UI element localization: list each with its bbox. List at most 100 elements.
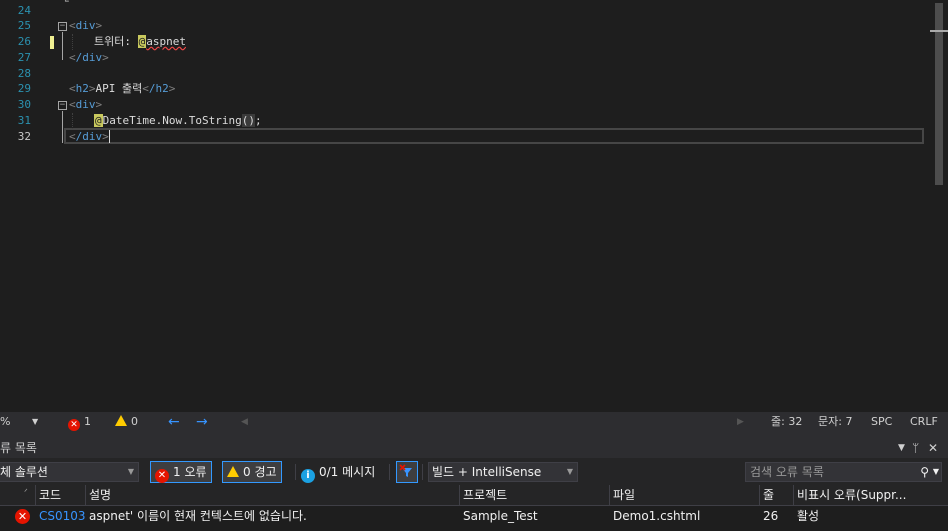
build-filter-dropdown[interactable]: 빌드 + IntelliSense ▼ — [428, 462, 578, 482]
line-number: 31 — [17, 114, 31, 127]
code-expression: DateTime.Now.ToString — [102, 114, 242, 127]
build-filter-value: 빌드 + IntelliSense — [432, 465, 542, 479]
error-identifier[interactable]: aspnet — [146, 35, 186, 48]
code-line[interactable]: 30 − <div> — [0, 97, 928, 113]
error-icon: ✕ — [155, 469, 169, 483]
error-suppression-state: 활성 — [797, 509, 820, 523]
errors-filter-button[interactable]: ✕ 1 오류 — [150, 461, 212, 483]
vertical-scrollbar[interactable] — [929, 0, 948, 412]
collapse-icon[interactable]: − — [58, 22, 67, 31]
column-header-code[interactable]: 코드 — [35, 485, 85, 505]
warning-icon — [227, 466, 239, 477]
line-number: 32 — [17, 130, 31, 143]
toolbar-separator — [389, 464, 390, 480]
error-project: Sample_Test — [463, 509, 538, 523]
line-number: 25 — [17, 19, 31, 32]
error-code-link[interactable]: CS0103 — [39, 506, 86, 527]
close-icon[interactable]: ✕ — [928, 439, 938, 458]
line-number: 30 — [17, 98, 31, 111]
panel-title: 류 목록 — [0, 441, 37, 455]
code-line[interactable]: 29 <h2>API 출력</h2> — [0, 81, 928, 97]
semicolon: ; — [254, 114, 262, 127]
navigate-forward-icon[interactable]: → — [196, 412, 208, 432]
warnings-filter-button[interactable]: 0 경고 — [222, 461, 282, 483]
change-indicator — [50, 36, 54, 49]
scroll-marker — [930, 30, 948, 32]
text-caret — [108, 130, 110, 143]
errors-filter-label: 1 오류 — [173, 465, 207, 479]
filter-clear-button[interactable] — [396, 461, 418, 483]
code-line[interactable]: 28 — [0, 66, 928, 82]
razor-symbol: @ — [137, 35, 147, 48]
column-header-file[interactable]: 파일 — [609, 485, 759, 505]
code-line[interactable]: 25 − <div> — [0, 18, 928, 34]
navigate-back-icon[interactable]: ← — [168, 412, 180, 432]
fold-guide — [62, 32, 63, 60]
error-list-title-bar: 류 목록 ▼ ᛘ ✕ — [0, 439, 948, 458]
pin-icon[interactable]: ᛘ — [912, 439, 919, 458]
scroll-left-icon[interactable]: ◀ — [241, 412, 248, 432]
chevron-down-icon[interactable]: ▼ — [933, 463, 939, 481]
code-line[interactable]: 32 </div> — [0, 129, 928, 145]
warning-count-indicator[interactable]: 0 — [115, 412, 138, 432]
scope-dropdown[interactable]: 체 솔루션 ▼ — [0, 462, 139, 482]
tag-name: h2 — [75, 82, 89, 95]
error-icon: ✕ — [68, 419, 80, 431]
line-number: 28 — [17, 67, 31, 80]
tag-name: div — [75, 19, 96, 32]
zoom-dropdown[interactable]: % ▼ — [0, 412, 42, 432]
search-input[interactable]: 검색 오류 목록 ⚲ ▼ — [745, 462, 942, 482]
panel-divider[interactable] — [0, 432, 948, 439]
indent-guide — [72, 34, 73, 50]
column-header-suppression[interactable]: 비표시 오류(Suppr... — [793, 485, 923, 505]
whitespace-mode[interactable]: SPC — [871, 412, 892, 432]
column-header-project[interactable]: 프로젝트 — [459, 485, 609, 505]
code-line[interactable]: 31 @DateTime.Now.ToString(); — [0, 113, 928, 129]
chevron-down-icon: ▼ — [127, 467, 134, 476]
error-icon: ✕ — [15, 509, 30, 524]
panel-menu-icon[interactable]: ▼ — [898, 439, 905, 458]
table-row[interactable]: ✕ CS0103 aspnet' 이름이 현재 컨텍스트에 없습니다. Samp… — [0, 506, 948, 527]
cursor-line[interactable]: 줄: 32 — [771, 412, 802, 432]
search-placeholder: 검색 오류 목록 — [750, 465, 824, 479]
column-header-description[interactable]: 설명 — [85, 485, 459, 505]
tag-name: div — [75, 98, 96, 111]
error-count-indicator[interactable]: ✕ 1 — [68, 412, 91, 432]
line-number: 27 — [17, 51, 31, 64]
line-number: 24 — [17, 4, 31, 17]
chevron-down-icon: ▼ — [32, 417, 39, 426]
code-text: 트위터: — [94, 35, 138, 48]
tag-name: /h2 — [148, 82, 169, 95]
error-file: Demo1.cshtml — [613, 509, 701, 523]
code-editor[interactable]: └ 24 25 − <div> 26 트위터: @aspnet 27 </div… — [0, 0, 948, 412]
code-line[interactable]: 24 — [0, 3, 928, 19]
sort-indicator-icon[interactable]: ᐟ — [24, 483, 28, 503]
search-icon[interactable]: ⚲ — [920, 463, 929, 481]
zoom-value: % — [0, 415, 11, 428]
scroll-right-icon[interactable]: ▶ — [737, 412, 744, 432]
error-count: 1 — [84, 415, 91, 428]
toolbar-separator — [422, 464, 423, 480]
error-line: 26 — [763, 509, 779, 523]
filter-icon — [399, 464, 412, 477]
chevron-down-icon: ▼ — [566, 467, 573, 476]
messages-filter-button[interactable]: i 0/1 메시지 — [301, 462, 375, 483]
code-line[interactable]: 27 </div> — [0, 50, 928, 66]
warning-icon — [115, 415, 127, 426]
indent-guide — [72, 113, 73, 129]
code-line[interactable]: 26 트위터: @aspnet — [0, 34, 928, 50]
razor-symbol: @ — [94, 114, 103, 127]
line-number: 26 — [17, 35, 31, 48]
warnings-filter-label: 0 경고 — [243, 465, 277, 479]
messages-filter-label: 0/1 메시지 — [319, 465, 376, 479]
error-description: aspnet' 이름이 현재 컨텍스트에 없습니다. — [89, 509, 307, 523]
column-header-line[interactable]: 줄 — [759, 485, 793, 505]
editor-status-bar: % ▼ ✕ 1 0 ← → ◀ ▶ 줄: 32 문자: 7 SPC CRLF — [0, 412, 948, 432]
collapse-icon[interactable]: − — [58, 101, 67, 110]
error-table-header: ᐟ 코드 설명 프로젝트 파일 줄 비표시 오류(Suppr... — [0, 485, 948, 506]
line-number: 29 — [17, 82, 31, 95]
toolbar-separator — [295, 464, 296, 480]
cursor-column[interactable]: 문자: 7 — [818, 412, 852, 432]
fold-guide — [62, 111, 63, 143]
line-ending[interactable]: CRLF — [910, 412, 938, 432]
